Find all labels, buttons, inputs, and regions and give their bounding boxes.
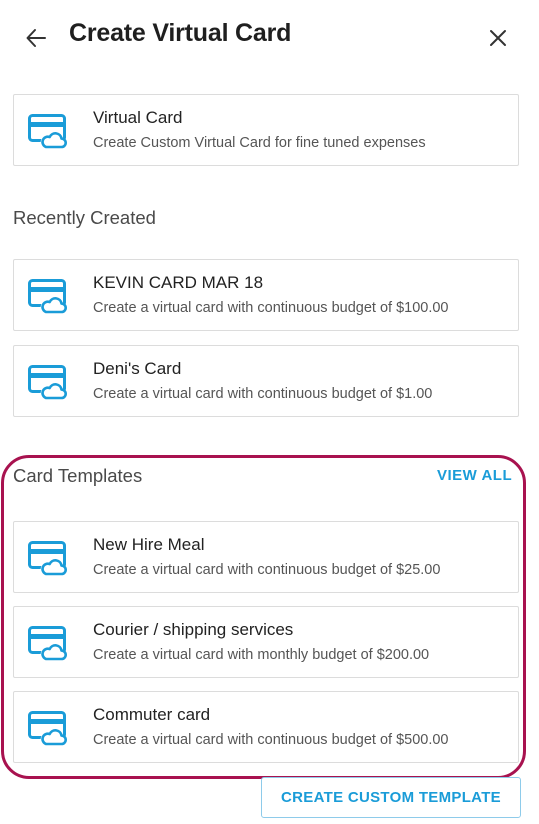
card-title: New Hire Meal [93,535,205,554]
card-cloud-icon [28,626,68,662]
create-custom-template-button[interactable]: CREATE CUSTOM TEMPLATE [261,777,521,818]
card-title: Commuter card [93,705,211,724]
card-title: Virtual Card [93,108,183,127]
card-description: Create a virtual card with continuous bu… [93,562,441,578]
recently-created-heading: Recently Created [13,207,156,228]
card-description: Create a virtual card with continuous bu… [93,732,449,748]
card-description: Create Custom Virtual Card for fine tune… [93,135,426,151]
recent-card-item[interactable]: Deni's Card Create a virtual card with c… [13,345,519,417]
card-cloud-icon [28,279,68,315]
card-templates-heading: Card Templates [13,465,143,486]
card-title: Deni's Card [93,359,182,378]
back-button[interactable] [22,24,50,52]
arrow-left-icon [26,29,46,47]
close-button[interactable] [485,25,511,51]
card-description: Create a virtual card with continuous bu… [93,300,449,316]
card-title: Courier / shipping services [93,620,294,639]
page-title: Create Virtual Card [69,19,292,47]
card-cloud-icon [28,114,68,150]
template-card-item[interactable]: Commuter card Create a virtual card with… [13,691,519,763]
card-description: Create a virtual card with continuous bu… [93,386,433,402]
virtual-card-option[interactable]: Virtual Card Create Custom Virtual Card … [13,94,519,166]
template-card-item[interactable]: Courier / shipping services Create a vir… [13,606,519,678]
card-cloud-icon [28,541,68,577]
card-cloud-icon [28,365,68,401]
template-card-item[interactable]: New Hire Meal Create a virtual card with… [13,521,519,593]
card-cloud-icon [28,711,68,747]
recent-card-item[interactable]: KEVIN CARD MAR 18 Create a virtual card … [13,259,519,331]
close-icon [490,30,506,46]
header: Create Virtual Card [0,0,539,76]
card-title: KEVIN CARD MAR 18 [93,273,264,292]
view-all-link[interactable]: VIEW ALL [437,467,512,484]
card-description: Create a virtual card with monthly budge… [93,647,430,663]
